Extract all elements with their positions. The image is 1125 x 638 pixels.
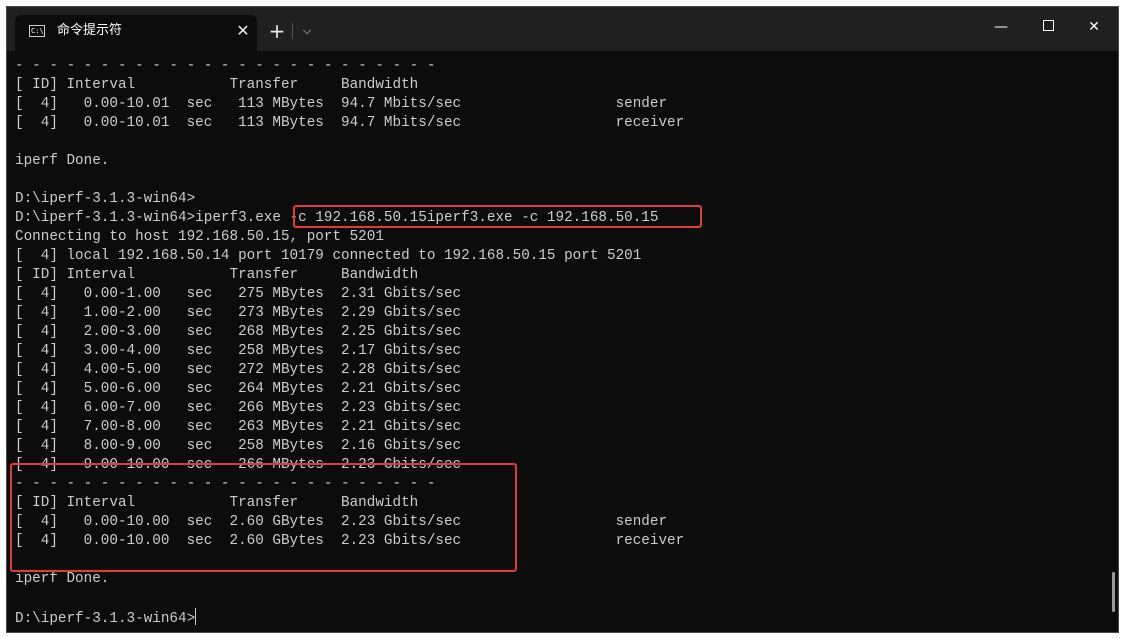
cmd-icon: C:\ <box>29 25 45 37</box>
terminal-line: [ 4] 5.00-6.00 sec 264 MBytes 2.21 Gbits… <box>15 381 462 397</box>
terminal-line: iperf Done. <box>15 153 110 169</box>
minimize-button[interactable]: — <box>978 9 1024 45</box>
terminal-line: [ 4] 0.00-10.01 sec 113 MBytes 94.7 Mbit… <box>15 96 668 112</box>
terminal-line: [ ID] Interval Transfer Bandwidth <box>15 267 419 283</box>
terminal-line: D:\iperf-3.1.3-win64> <box>15 191 196 207</box>
terminal-line: [ 4] 0.00-10.00 sec 2.60 GBytes 2.23 Gbi… <box>15 533 685 549</box>
terminal-line: D:\iperf-3.1.3-win64>iperf3.exe -c 192.1… <box>15 210 659 226</box>
terminal-line: [ 4] 8.00-9.00 sec 258 MBytes 2.16 Gbits… <box>15 438 462 454</box>
terminal-line: iperf Done. <box>15 571 110 587</box>
close-button[interactable]: ✕ <box>1071 9 1117 45</box>
terminal-line: [ 4] 6.00-7.00 sec 266 MBytes 2.23 Gbits… <box>15 400 462 416</box>
terminal-line: [ 4] 1.00-2.00 sec 273 MBytes 2.29 Gbits… <box>15 305 462 321</box>
divider <box>292 23 293 39</box>
terminal-line: [ ID] Interval Transfer Bandwidth <box>15 77 419 93</box>
chevron-down-icon[interactable]: ⌵ <box>299 23 315 39</box>
scrollbar-thumb[interactable] <box>1112 572 1115 612</box>
terminal-line: [ ID] Interval Transfer Bandwidth <box>15 495 419 511</box>
new-tab-icon[interactable]: + <box>267 21 287 41</box>
terminal-line: Connecting to host 192.168.50.15, port 5… <box>15 229 384 245</box>
terminal-line: [ 4] 4.00-5.00 sec 272 MBytes 2.28 Gbits… <box>15 362 462 378</box>
terminal-line: D:\iperf-3.1.3-win64> <box>15 608 1105 627</box>
terminal-line: - - - - - - - - - - - - - - - - - - - - … <box>15 58 436 74</box>
terminal-line: [ 4] 0.00-10.01 sec 113 MBytes 94.7 Mbit… <box>15 115 685 131</box>
tab-command-prompt[interactable]: C:\ 命令提示符 ✕ <box>15 15 257 51</box>
text-cursor <box>195 608 197 625</box>
title-bar[interactable]: C:\ 命令提示符 ✕ + ⌵ — ✕ <box>7 7 1118 51</box>
terminal-line: [ 4] 2.00-3.00 sec 268 MBytes 2.25 Gbits… <box>15 324 462 340</box>
terminal-line: - - - - - - - - - - - - - - - - - - - - … <box>15 476 436 492</box>
terminal-line: [ 4] 0.00-1.00 sec 275 MBytes 2.31 Gbits… <box>15 286 462 302</box>
maximize-icon <box>1042 20 1054 31</box>
tab-close-icon[interactable]: ✕ <box>233 20 253 42</box>
terminal-line: [ 4] 7.00-8.00 sec 263 MBytes 2.21 Gbits… <box>15 419 462 435</box>
maximize-button[interactable] <box>1025 9 1071 45</box>
tab-title: 命令提示符 <box>57 23 123 38</box>
terminal-line: [ 4] 0.00-10.00 sec 2.60 GBytes 2.23 Gbi… <box>15 514 668 530</box>
terminal-line: [ 4] 3.00-4.00 sec 258 MBytes 2.17 Gbits… <box>15 343 462 359</box>
terminal-line: [ 4] 9.00-10.00 sec 266 MBytes 2.23 Gbit… <box>15 457 462 473</box>
terminal-line: [ 4] local 192.168.50.14 port 10179 conn… <box>15 248 642 264</box>
terminal-output[interactable]: - - - - - - - - - - - - - - - - - - - - … <box>15 57 1105 632</box>
terminal-window: C:\ 命令提示符 ✕ + ⌵ — ✕ - - - - - - - - - - … <box>6 6 1119 633</box>
